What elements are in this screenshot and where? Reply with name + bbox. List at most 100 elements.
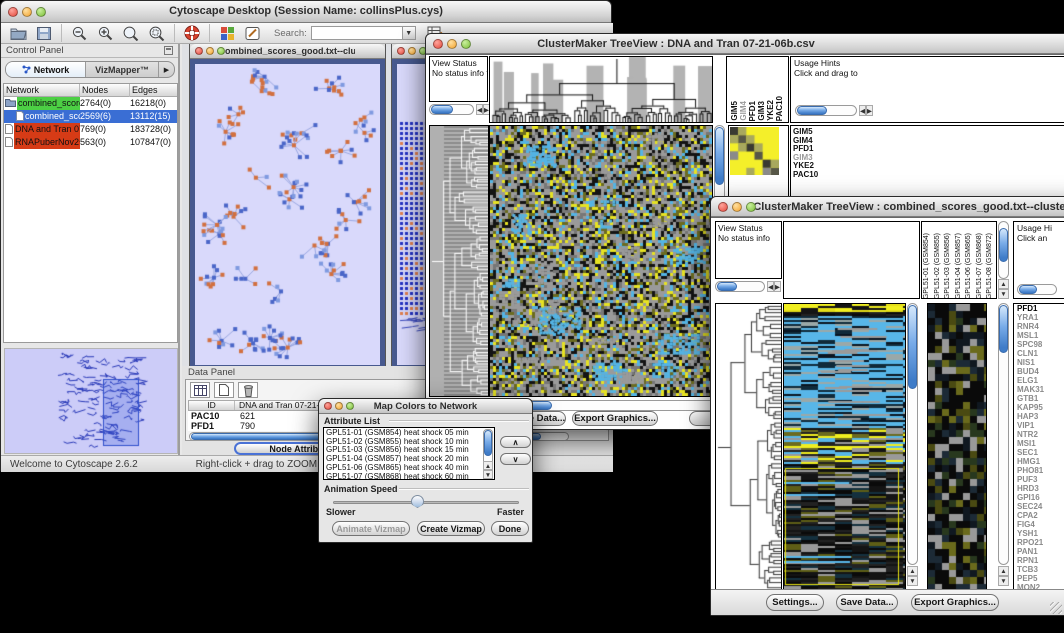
gene-label[interactable]: MSL1 (1017, 331, 1064, 340)
gene-label[interactable]: KAP95 (1017, 403, 1064, 412)
treeview2-titlebar[interactable]: ClusterMaker TreeView : combined_scores_… (711, 197, 1064, 217)
zoom-window-button[interactable] (746, 202, 756, 212)
gene-label[interactable]: YSH1 (1017, 529, 1064, 538)
gene-label[interactable]: CLN1 (1017, 349, 1064, 358)
gene-label[interactable]: RPN1 (1017, 556, 1064, 565)
tv1-hints-scrollbar[interactable] (795, 105, 857, 116)
minimize-button[interactable] (732, 202, 742, 212)
minimize-button[interactable] (408, 47, 416, 55)
birdseye-view[interactable] (4, 348, 178, 454)
gene-label[interactable]: NIS1 (1017, 358, 1064, 367)
help-lifebuoy-button[interactable] (179, 23, 205, 44)
tv1-correlation-matrix[interactable] (730, 127, 779, 175)
animate-vizmap-button[interactable]: Animate Vizmap (332, 521, 410, 536)
network-row-dna-tran[interactable]: DNA and Tran 07769(0)183728(0) (4, 123, 177, 136)
zoom-window-button[interactable] (36, 7, 46, 17)
gene-label[interactable]: PEP5 (1017, 574, 1064, 583)
scroll-up-arrow[interactable]: ▲ (998, 279, 1009, 289)
gene-label[interactable]: PHO81 (1017, 466, 1064, 475)
scroll-up-arrow[interactable]: ▲ (998, 566, 1009, 576)
move-up-button[interactable]: ∧ (500, 436, 531, 448)
attribute-list-item[interactable]: GPL51-07 (GSM868) heat shock 60 min (326, 473, 494, 480)
tv1-export-graphics-button[interactable]: Export Graphics... (572, 411, 658, 426)
tv2-column-dendrogram[interactable] (783, 221, 920, 299)
zoom-selected-button[interactable] (144, 23, 170, 44)
gene-label[interactable]: PFD1 (1017, 304, 1064, 313)
scroll-up-arrow[interactable]: ▲ (907, 566, 918, 576)
tab-overflow-button[interactable]: ▶ (158, 62, 174, 77)
tv2-heatmap-vscrollbar[interactable] (907, 303, 918, 565)
gene-label[interactable]: HRD3 (1017, 484, 1064, 493)
dialog-titlebar[interactable]: Map Colors to Network (319, 399, 532, 414)
gene-label[interactable]: ELG1 (1017, 376, 1064, 385)
scroll-left-arrow[interactable]: ◀ (767, 281, 774, 292)
gene-label[interactable]: YRA1 (1017, 313, 1064, 322)
tv1-heatmap[interactable] (489, 125, 713, 397)
minimize-button[interactable] (22, 7, 32, 17)
scroll-up-arrow[interactable]: ▲ (483, 461, 493, 470)
search-input[interactable] (311, 26, 403, 40)
tab-network[interactable]: Network (6, 62, 86, 77)
float-panel-icon[interactable] (164, 42, 173, 60)
gene-label[interactable]: PUF3 (1017, 475, 1064, 484)
scroll-down-arrow[interactable]: ▼ (483, 470, 493, 479)
save-session-button[interactable] (31, 23, 57, 44)
gene-label[interactable]: NTR2 (1017, 430, 1064, 439)
tv2-zoom-heatmap[interactable] (927, 303, 987, 591)
gene-label[interactable]: SPC98 (1017, 340, 1064, 349)
gene-label[interactable]: SEC1 (1017, 448, 1064, 457)
gene-label[interactable]: GPI16 (1017, 493, 1064, 502)
network-canvas[interactable] (195, 64, 380, 365)
gene-label[interactable]: RPO21 (1017, 538, 1064, 547)
resize-grip[interactable] (1050, 602, 1062, 614)
network-row-selected[interactable]: combined_sco2569(6)13112(15) (4, 110, 177, 123)
tv1-status-scrollbar[interactable] (429, 104, 474, 115)
minimize-button[interactable] (447, 39, 457, 49)
close-button[interactable] (8, 7, 18, 17)
zoom-window-button[interactable] (346, 402, 354, 410)
tv1-row-dendrogram[interactable] (429, 125, 489, 397)
tv2-heatmap[interactable] (783, 303, 906, 591)
tv2-hints-scrollbar[interactable] (1017, 284, 1057, 295)
minimize-button[interactable] (206, 47, 214, 55)
treeview1-titlebar[interactable]: ClusterMaker TreeView : DNA and Tran 07-… (426, 34, 1064, 54)
delete-attribute-trash-button[interactable] (238, 382, 258, 398)
create-vizmap-button[interactable]: Create Vizmap (417, 521, 485, 536)
close-button[interactable] (324, 402, 332, 410)
gene-label[interactable]: GTB1 (1017, 394, 1064, 403)
minimize-button[interactable] (335, 402, 343, 410)
animation-speed-slider-thumb[interactable] (411, 495, 424, 508)
network-row-rnapuber[interactable]: RNAPuberNov2+563(0)107847(0) (4, 136, 177, 149)
gene-label[interactable]: RNR4 (1017, 322, 1064, 331)
gene-label[interactable]: CPA2 (1017, 511, 1064, 520)
gene-label[interactable]: MAK31 (1017, 385, 1064, 394)
network1-titlebar[interactable]: combined_scores_good.txt--cluste... (190, 44, 385, 59)
tv2-zoom-vscrollbar[interactable] (998, 303, 1009, 565)
tv2-export-graphics-button[interactable]: Export Graphics... (911, 594, 999, 611)
tv2-row-dendrogram[interactable] (715, 303, 782, 591)
search-dropdown-arrow[interactable]: ▼ (403, 26, 416, 40)
select-attributes-button[interactable] (190, 382, 210, 398)
done-button[interactable]: Done (491, 521, 529, 536)
gene-label[interactable]: SEC24 (1017, 502, 1064, 511)
gene-label[interactable]: HMG1 (1017, 457, 1064, 466)
open-file-button[interactable] (5, 23, 31, 44)
gene-label[interactable]: PAN1 (1017, 547, 1064, 556)
scroll-right-arrow[interactable]: ▶ (774, 281, 781, 292)
zoom-window-button[interactable] (461, 39, 471, 49)
network-table-header[interactable]: NetworkNodesEdges (4, 84, 177, 97)
scroll-down-arrow[interactable]: ▼ (998, 576, 1009, 586)
close-button[interactable] (195, 47, 203, 55)
tv2-status-scrollbar[interactable] (715, 281, 765, 292)
zoom-window-button[interactable] (217, 47, 225, 55)
scroll-down-arrow[interactable]: ▼ (907, 576, 918, 586)
zoom-in-button[interactable] (92, 23, 118, 44)
scroll-left-arrow[interactable]: ◀ (859, 105, 866, 116)
scroll-left-arrow[interactable]: ◀ (476, 104, 483, 115)
gene-label[interactable]: MSI1 (1017, 439, 1064, 448)
network-row-combined-scores[interactable]: combined_scores_2764(0)16218(0) (4, 97, 177, 110)
tab-vizmapper[interactable]: VizMapper™ (86, 62, 158, 77)
tv2-settings-button[interactable]: Settings... (766, 594, 824, 611)
gene-label[interactable]: VIP1 (1017, 421, 1064, 430)
close-button[interactable] (433, 39, 443, 49)
